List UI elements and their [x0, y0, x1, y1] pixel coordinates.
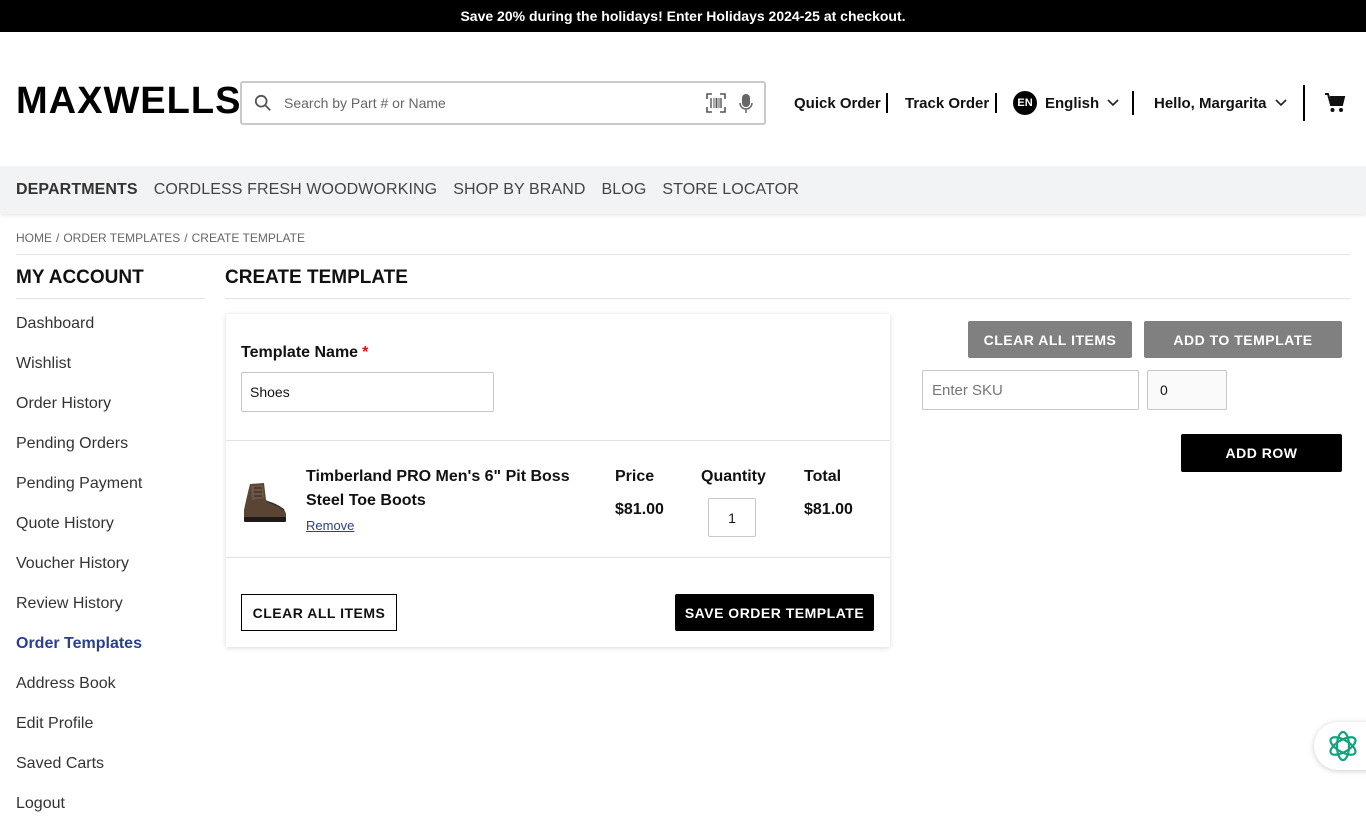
language-selector[interactable]: EN English — [1013, 84, 1119, 122]
divider — [16, 298, 205, 299]
item-price: $81.00 — [615, 501, 664, 518]
microphone-icon[interactable] — [738, 93, 754, 115]
quick-add-clear-all-button[interactable]: CLEAR ALL ITEMS — [968, 321, 1132, 358]
divider — [226, 557, 890, 558]
sidebar-menu: Dashboard Wishlist Order History Pending… — [16, 312, 142, 832]
nav-blog[interactable]: BLOG — [602, 181, 647, 199]
add-to-template-button[interactable]: ADD TO TEMPLATE — [1144, 321, 1342, 358]
sidebar-item-order-history[interactable]: Order History — [16, 392, 142, 432]
sidebar-item-pending-payment[interactable]: Pending Payment — [16, 472, 142, 512]
sidebar-item-saved-carts[interactable]: Saved Carts — [16, 752, 142, 792]
sidebar-title: MY ACCOUNT — [16, 267, 144, 288]
quantity-header: Quantity — [701, 468, 766, 485]
divider — [225, 298, 1350, 299]
sidebar-item-edit-profile[interactable]: Edit Profile — [16, 712, 142, 752]
divider — [1303, 85, 1305, 121]
product-name[interactable]: Timberland PRO Men's 6" Pit Boss Steel T… — [306, 465, 596, 513]
sidebar-item-voucher-history[interactable]: Voucher History — [16, 552, 142, 592]
chevron-down-icon — [1107, 99, 1119, 107]
language-label: English — [1045, 94, 1100, 112]
breadcrumb: HOME / ORDER TEMPLATES / CREATE TEMPLATE — [16, 231, 305, 245]
template-name-input[interactable] — [241, 372, 494, 412]
sidebar-item-wishlist[interactable]: Wishlist — [16, 352, 142, 392]
sidebar-item-review-history[interactable]: Review History — [16, 592, 142, 632]
quick-order-link[interactable]: Quick Order — [794, 84, 881, 122]
divider — [226, 440, 890, 441]
divider — [1132, 91, 1134, 115]
quick-order-label: Quick Order — [794, 94, 881, 112]
remove-item-link[interactable]: Remove — [306, 518, 354, 533]
sku-input[interactable] — [922, 370, 1139, 410]
breadcrumb-create-template: CREATE TEMPLATE — [191, 231, 305, 245]
track-order-label: Track Order — [905, 94, 990, 112]
site-logo[interactable]: MAXWELLS — [16, 82, 241, 120]
product-thumbnail[interactable] — [240, 480, 288, 524]
item-quantity-input[interactable] — [708, 498, 756, 537]
nav-store-locator[interactable]: STORE LOCATOR — [662, 181, 798, 199]
total-header: Total — [804, 468, 842, 485]
price-header: Price — [615, 468, 655, 485]
chat-assistant-icon — [1329, 730, 1357, 762]
add-row-button[interactable]: ADD ROW — [1181, 434, 1342, 472]
sidebar-item-pending-orders[interactable]: Pending Orders — [16, 432, 142, 472]
page-title: CREATE TEMPLATE — [225, 267, 408, 288]
divider — [16, 254, 1350, 255]
search-icon — [254, 94, 271, 111]
sidebar-item-dashboard[interactable]: Dashboard — [16, 312, 142, 352]
chevron-down-icon — [1274, 99, 1287, 107]
breadcrumb-separator: / — [184, 231, 188, 245]
sidebar-item-order-templates[interactable]: Order Templates — [16, 632, 142, 672]
breadcrumb-order-templates[interactable]: ORDER TEMPLATES — [63, 231, 180, 245]
barcode-scan-icon[interactable] — [706, 93, 726, 113]
required-marker: * — [362, 344, 369, 361]
nav-shop-by-brand[interactable]: SHOP BY BRAND — [453, 181, 585, 199]
divider — [886, 93, 888, 113]
nav-cordless-fresh-woodworking[interactable]: CORDLESS FRESH WOODWORKING — [154, 181, 438, 199]
track-order-link[interactable]: Track Order — [905, 84, 989, 122]
sku-quantity-input[interactable] — [1147, 370, 1227, 410]
search-input[interactable] — [284, 95, 684, 111]
chat-assistant-button[interactable] — [1314, 722, 1366, 770]
sidebar-item-quote-history[interactable]: Quote History — [16, 512, 142, 552]
account-menu[interactable]: Hello, Margarita — [1154, 84, 1287, 122]
divider — [995, 93, 997, 113]
template-card: Template Name* Timberland PRO Men's 6" P… — [226, 314, 890, 647]
template-name-label-text: Template Name — [241, 344, 359, 361]
user-greeting: Hello, Margarita — [1154, 94, 1267, 112]
item-total: $81.00 — [804, 501, 853, 518]
cart-icon[interactable] — [1324, 93, 1346, 113]
language-code-badge: EN — [1013, 91, 1037, 115]
promo-banner: Save 20% during the holidays! Enter Holi… — [0, 0, 1366, 32]
sidebar-item-address-book[interactable]: Address Book — [16, 672, 142, 712]
sidebar-item-logout[interactable]: Logout — [16, 792, 142, 832]
nav-departments[interactable]: DEPARTMENTS — [16, 181, 138, 199]
clear-all-items-button[interactable]: CLEAR ALL ITEMS — [241, 594, 397, 631]
template-name-label: Template Name * — [241, 344, 368, 362]
save-order-template-button[interactable]: SAVE ORDER TEMPLATE — [675, 594, 874, 631]
search-bar[interactable] — [240, 81, 766, 125]
category-nav: DEPARTMENTS CORDLESS FRESH WOODWORKING S… — [0, 166, 1366, 214]
promo-text: Save 20% during the holidays! Enter Holi… — [460, 8, 906, 24]
breadcrumb-separator: / — [56, 231, 60, 245]
breadcrumb-home[interactable]: HOME — [16, 231, 52, 245]
